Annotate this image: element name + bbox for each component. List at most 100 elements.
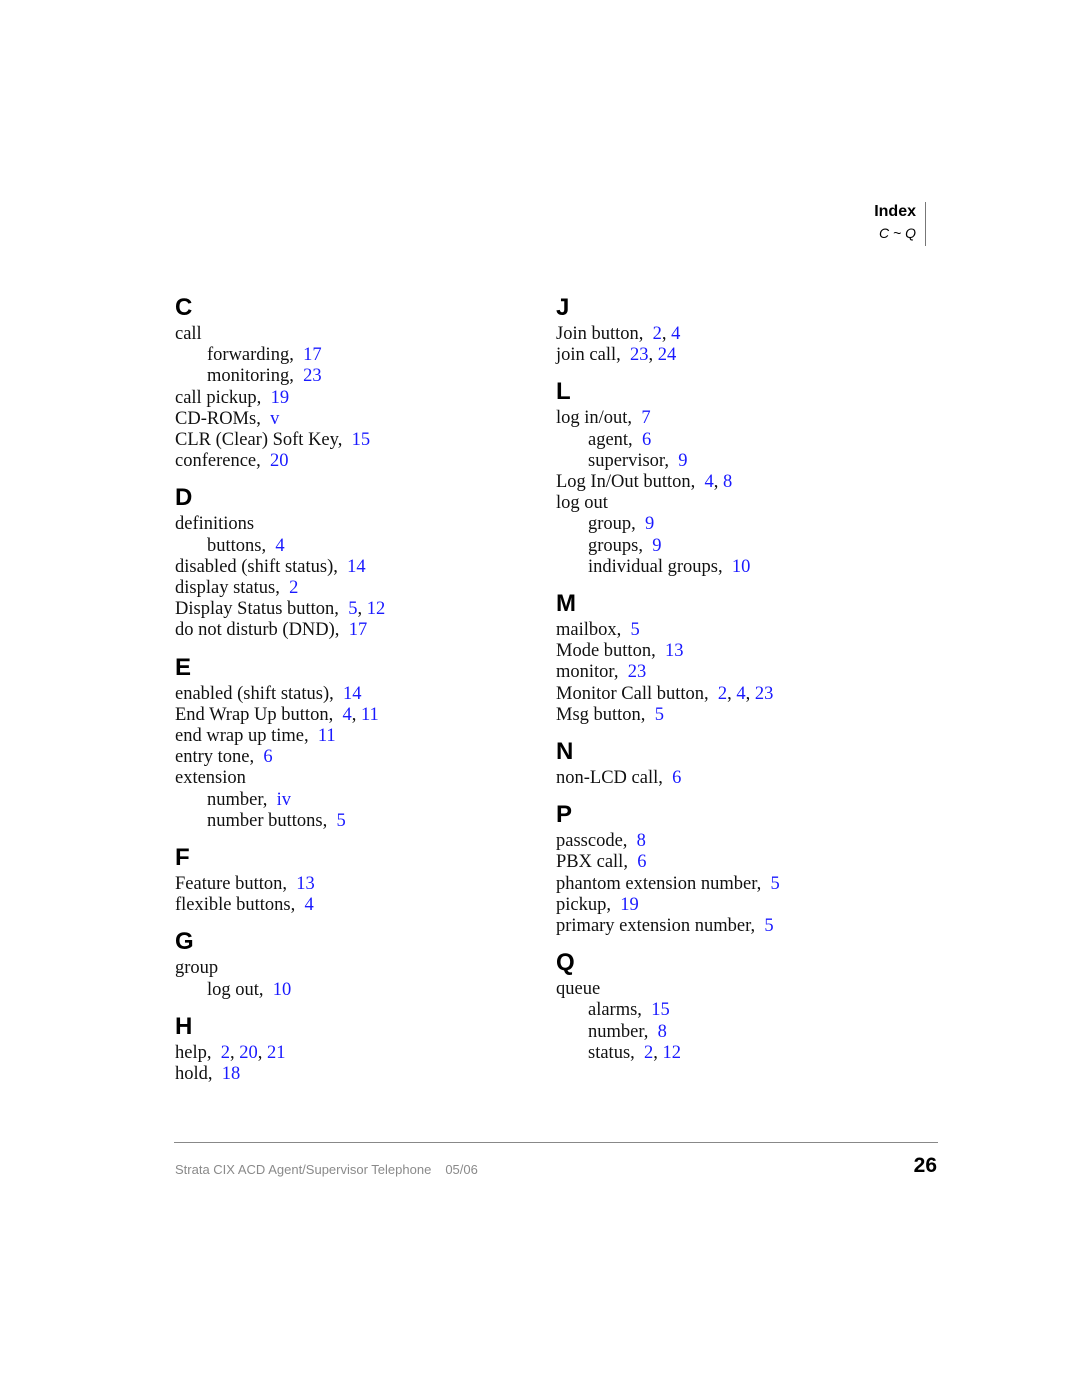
section-letter: F xyxy=(175,844,190,872)
page-link[interactable]: 23 xyxy=(755,684,774,704)
entry-term: number buttons, xyxy=(207,810,328,831)
index-entry: help, 2, 20, 21 xyxy=(175,1042,286,1063)
index-entry: flexible buttons, 4 xyxy=(175,895,535,916)
entry-term: non-LCD call, xyxy=(556,768,663,789)
index-subentry: buttons, 4 xyxy=(175,536,535,557)
page-link[interactable]: 4 xyxy=(304,895,313,915)
page-link[interactable]: 24 xyxy=(658,345,677,365)
page-link[interactable]: 9 xyxy=(645,514,654,534)
entry-term: Feature button, xyxy=(175,874,288,895)
entry-term: entry tone, xyxy=(175,747,255,768)
page-link[interactable]: 17 xyxy=(349,620,368,640)
index-section-j: J Join button, 2, 4 join call, 23, 24 xyxy=(556,294,936,366)
page-link[interactable]: 20 xyxy=(270,451,289,471)
page-link[interactable]: 4 xyxy=(671,324,680,344)
footer-date: 05/06 xyxy=(445,1162,478,1177)
page-link[interactable]: 2 xyxy=(221,1043,230,1063)
index-entry: definitions xyxy=(175,514,535,535)
page-link[interactable]: 7 xyxy=(641,408,650,428)
index-entry: do not disturb (DND), 17 xyxy=(175,620,535,641)
page-link[interactable]: 10 xyxy=(732,557,751,577)
page-link[interactable]: 5 xyxy=(655,705,664,725)
page-link[interactable]: 23 xyxy=(628,662,647,682)
page-link[interactable]: 23 xyxy=(303,366,322,386)
page-link[interactable]: 2 xyxy=(289,578,298,598)
page-link[interactable]: 5 xyxy=(337,811,346,831)
index-section-l: Llog in/out, 7 agent, 6 supervisor, 9 Log I… xyxy=(556,378,936,578)
index-subentry: number, iv xyxy=(175,790,535,811)
page-link[interactable]: 19 xyxy=(271,388,290,408)
page-link[interactable]: 8 xyxy=(723,472,732,492)
page-link[interactable]: 18 xyxy=(222,1064,241,1084)
page-link[interactable]: 11 xyxy=(361,705,379,725)
entry-term: flexible buttons, xyxy=(175,895,296,916)
page-link[interactable]: v xyxy=(270,409,279,429)
entry-term: groups, xyxy=(588,535,643,556)
page-link[interactable]: 23 xyxy=(630,345,649,365)
page-link[interactable]: iv xyxy=(277,790,291,810)
header-rule xyxy=(925,202,926,246)
section-letter: H xyxy=(175,1012,193,1040)
page-link[interactable]: 15 xyxy=(352,430,371,450)
entry-term: group, xyxy=(588,514,636,535)
page-link[interactable]: 4 xyxy=(342,705,351,725)
index-section-h: Hhelp, 2, 20, 21 hold, 18 xyxy=(175,1013,535,1085)
page-link[interactable]: 5 xyxy=(764,916,773,936)
page-link[interactable]: 2 xyxy=(644,1043,653,1063)
footer-text: Strata CIX ACD Agent/Supervisor Telephon… xyxy=(175,1162,478,1177)
page-link[interactable]: 13 xyxy=(296,874,315,894)
section-letter: M xyxy=(556,590,576,618)
entry-term: alarms, xyxy=(588,1000,642,1021)
index-entry: PBX call, 6 xyxy=(556,852,936,873)
section-letter: J xyxy=(556,294,570,321)
page-link[interactable]: 2 xyxy=(718,684,727,704)
page-link[interactable]: 19 xyxy=(620,895,639,915)
page-link[interactable]: 8 xyxy=(637,831,646,851)
page-link[interactable]: 11 xyxy=(318,726,336,746)
index-section-n: Nnon-LCD call, 6 xyxy=(556,738,936,789)
page-link[interactable]: 20 xyxy=(239,1043,258,1063)
page-link[interactable]: 15 xyxy=(651,1000,670,1020)
page-link[interactable]: 21 xyxy=(267,1043,286,1063)
page-link[interactable]: 9 xyxy=(652,536,661,556)
entry-term: Mode button, xyxy=(556,641,656,662)
entry-term: agent, xyxy=(588,429,633,450)
page-link[interactable]: 13 xyxy=(665,641,684,661)
section-letter: P xyxy=(556,801,573,829)
index-entry: conference, 20 xyxy=(175,451,535,472)
section-letter: E xyxy=(175,653,192,681)
page-link[interactable]: 6 xyxy=(637,852,646,872)
page-link[interactable]: 9 xyxy=(678,451,687,471)
page-link[interactable]: 5 xyxy=(771,874,780,894)
section-letter: C xyxy=(175,294,193,321)
page-link[interactable]: 4 xyxy=(736,684,745,704)
entry-term: CD-ROMs, xyxy=(175,408,261,429)
section-letter: N xyxy=(556,738,574,766)
page-link[interactable]: 14 xyxy=(343,684,362,704)
entry-term: extension xyxy=(175,768,246,789)
index-section-q: Qqueue alarms, 15 number, 8 status, 2, 12 xyxy=(556,949,936,1064)
page-link[interactable]: 12 xyxy=(663,1043,682,1063)
index-entry: pickup, 19 xyxy=(556,895,936,916)
page-link[interactable]: 4 xyxy=(705,472,714,492)
entry-term: forwarding, xyxy=(207,345,294,366)
page-link[interactable]: 14 xyxy=(347,557,366,577)
entry-term: group xyxy=(175,958,219,979)
index-subentry: supervisor, 9 xyxy=(556,451,936,472)
page-link[interactable]: 2 xyxy=(653,324,662,344)
entry-term: primary extension number, xyxy=(556,916,756,937)
entry-term: Join button, xyxy=(556,324,644,344)
page-link[interactable]: 6 xyxy=(263,747,272,767)
page-link[interactable]: 5 xyxy=(631,620,640,640)
footer-doc-title: Strata CIX ACD Agent/Supervisor Telephon… xyxy=(175,1162,432,1177)
index-entry: Monitor Call button, 2, 4, 23 xyxy=(556,683,774,704)
page-link[interactable]: 10 xyxy=(273,980,292,1000)
page-link[interactable]: 8 xyxy=(658,1022,667,1042)
page-link[interactable]: 12 xyxy=(367,599,386,619)
index-entry: group xyxy=(175,958,535,979)
page-link[interactable]: 4 xyxy=(275,536,284,556)
page-link[interactable]: 6 xyxy=(642,430,651,450)
page-link[interactable]: 6 xyxy=(672,768,681,788)
entry-term: monitoring, xyxy=(207,366,294,387)
page-link[interactable]: 17 xyxy=(303,345,322,365)
